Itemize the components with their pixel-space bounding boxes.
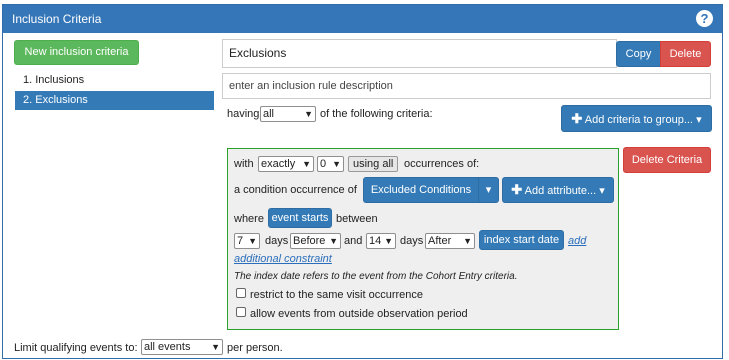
occurrence-count-value: 0	[320, 158, 327, 170]
copy-button[interactable]: Copy	[616, 41, 661, 67]
and-label: and	[344, 235, 363, 247]
rule-list-item-label: 1. Inclusions	[23, 74, 85, 86]
additional-constraint-link[interactable]: additional constraint	[234, 253, 332, 265]
having-label: having	[227, 108, 260, 120]
having-select[interactable]: all ▼	[260, 106, 316, 122]
help-icon[interactable]: ?	[696, 10, 713, 27]
allow-outside-observation-label: allow events from outside observation pe…	[250, 308, 468, 320]
with-label: with	[234, 158, 254, 170]
add-attribute-button[interactable]: ✚ Add attribute... ▾	[502, 177, 614, 203]
days-before-value: 7	[237, 235, 244, 247]
copy-button-label: Copy	[625, 48, 652, 60]
chevron-down-icon: ▼	[302, 159, 311, 169]
occurrences-of-label: occurrences of:	[404, 158, 480, 170]
add-link[interactable]: add	[568, 235, 586, 247]
chevron-down-icon: ▼	[329, 236, 338, 246]
occurrence-type-select[interactable]: exactly ▼	[258, 156, 314, 172]
per-person-label: per person.	[227, 342, 283, 354]
before-after-value: Before	[293, 235, 326, 247]
condition-occurrence-label: a condition occurrence of	[234, 184, 357, 196]
rule-list-item-label: 2. Exclusions	[23, 94, 88, 106]
after-select[interactable]: After ▼	[425, 233, 475, 249]
add-criteria-label: Add criteria to group...	[584, 114, 693, 126]
event-starts-label: event starts	[271, 212, 329, 224]
limit-qualifying-value: all events	[144, 341, 191, 353]
index-start-date-button[interactable]: index start date	[479, 230, 564, 250]
days-after-value: 14	[369, 235, 382, 247]
delete-criteria-button[interactable]: Delete Criteria	[623, 147, 711, 173]
occurrence-type-value: exactly	[261, 158, 296, 170]
concept-set-button[interactable]: Excluded Conditions	[363, 177, 479, 203]
days-label-2: days	[400, 235, 424, 247]
restrict-visit-label: restrict to the same visit occurrence	[250, 289, 424, 301]
caret-down-icon: ▾	[485, 184, 492, 196]
event-starts-button[interactable]: event starts	[268, 208, 332, 228]
after-value: After	[428, 235, 452, 247]
rule-description-placeholder: enter an inclusion rule description	[229, 80, 393, 92]
delete-button-label: Delete	[669, 48, 702, 60]
between-label: between	[336, 213, 378, 225]
restrict-visit-checkbox[interactable]	[236, 288, 246, 298]
chevron-down-icon: ▼	[304, 109, 313, 119]
limit-qualifying-label: Limit qualifying events to:	[14, 342, 138, 354]
days-after-select[interactable]: 14 ▼	[366, 233, 396, 249]
chevron-down-icon: ▼	[211, 342, 220, 352]
plus-icon: ✚	[511, 182, 523, 197]
rule-list-item-inclusions[interactable]: 1. Inclusions	[15, 71, 214, 90]
days-before-select[interactable]: 7 ▼	[234, 233, 260, 249]
index-date-note: The index date refers to the event from …	[234, 271, 518, 282]
using-all-button[interactable]: using all	[348, 156, 399, 172]
add-attribute-label: Add attribute...	[524, 185, 597, 197]
occurrence-count-select[interactable]: 0 ▼	[317, 156, 344, 172]
having-select-value: all	[263, 108, 275, 120]
caret-down-icon: ▾	[696, 114, 702, 126]
add-criteria-to-group-button[interactable]: ✚ Add criteria to group... ▾	[561, 105, 712, 132]
days-label: days	[265, 235, 289, 247]
before-after-select[interactable]: Before ▼	[290, 233, 341, 249]
allow-outside-observation-checkbox[interactable]	[236, 307, 246, 317]
limit-qualifying-select[interactable]: all events ▼	[141, 339, 223, 355]
inclusion-criteria-panel: Inclusion Criteria ? New inclusion crite…	[2, 4, 723, 359]
concept-set-label: Excluded Conditions	[370, 184, 472, 196]
rule-description-input[interactable]: enter an inclusion rule description	[222, 73, 711, 99]
panel-title: Inclusion Criteria	[12, 12, 102, 26]
chevron-down-icon: ▼	[332, 159, 341, 169]
criteria-group: with exactly ▼ 0 ▼ using all occurrences…	[227, 148, 619, 330]
using-all-label: using all	[353, 158, 394, 170]
delete-button[interactable]: Delete	[660, 41, 711, 67]
index-start-date-label: index start date	[483, 234, 560, 246]
caret-down-icon: ▾	[599, 185, 605, 197]
rule-name-value: Exclusions	[229, 46, 287, 60]
rule-list-item-exclusions[interactable]: 2. Exclusions	[15, 91, 214, 110]
chevron-down-icon: ▼	[463, 236, 472, 246]
rule-name-input[interactable]: Exclusions	[222, 39, 617, 68]
chevron-down-icon: ▼	[384, 236, 393, 246]
panel-header: Inclusion Criteria ?	[3, 5, 722, 33]
concept-set-dropdown-toggle[interactable]: ▾	[478, 177, 499, 203]
plus-icon: ✚	[571, 111, 583, 126]
following-criteria-label: of the following criteria:	[320, 108, 433, 120]
new-inclusion-criteria-label: New inclusion criteria	[24, 46, 129, 58]
delete-criteria-label: Delete Criteria	[631, 154, 703, 166]
where-label: where	[234, 213, 264, 225]
chevron-down-icon: ▼	[248, 236, 257, 246]
new-inclusion-criteria-button[interactable]: New inclusion criteria	[14, 40, 139, 65]
